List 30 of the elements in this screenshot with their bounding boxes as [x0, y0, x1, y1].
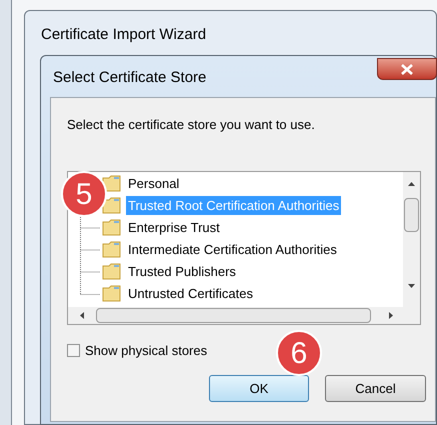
- close-button[interactable]: [377, 58, 437, 80]
- scroll-down-icon[interactable]: [408, 284, 415, 288]
- window-title: Certificate Import Wizard: [41, 25, 206, 45]
- folder-icon: [102, 263, 121, 280]
- dialog-button[interactable]: Cancel: [325, 375, 426, 402]
- dialog-button[interactable]: OK: [209, 375, 309, 402]
- prompt-text: Select the certificate store you want to use.: [67, 116, 316, 134]
- tree-item[interactable]: Trusted Publishers: [126, 262, 238, 282]
- scroll-up-icon[interactable]: [408, 182, 415, 186]
- checkbox-label: Show physical stores: [85, 342, 208, 360]
- checkbox[interactable]: [67, 344, 80, 357]
- tree-item[interactable]: Intermediate Certification Authorities: [126, 240, 339, 260]
- folder-icon: [102, 285, 121, 302]
- scroll-left-icon[interactable]: [80, 312, 84, 318]
- tree-item[interactable]: Untrusted Certificates: [126, 284, 255, 304]
- scroll-thumb[interactable]: [96, 308, 371, 322]
- scroll-thumb[interactable]: [404, 198, 419, 232]
- tree-line: [80, 216, 100, 238]
- scroll-right-icon[interactable]: [389, 312, 393, 318]
- folder-icon: [102, 219, 121, 236]
- tree-item[interactable]: Enterprise Trust: [126, 218, 222, 238]
- dialog-title: Select Certificate Store: [53, 68, 206, 88]
- close-icon: [401, 64, 413, 74]
- tree-item[interactable]: Personal: [126, 174, 182, 194]
- tree-line: [80, 238, 100, 260]
- folder-icon: [102, 175, 121, 192]
- folder-icon: [102, 241, 121, 258]
- horizontal-scrollbar[interactable]: [68, 306, 420, 324]
- folder-icon: [102, 197, 121, 214]
- vertical-scrollbar[interactable]: [403, 172, 420, 306]
